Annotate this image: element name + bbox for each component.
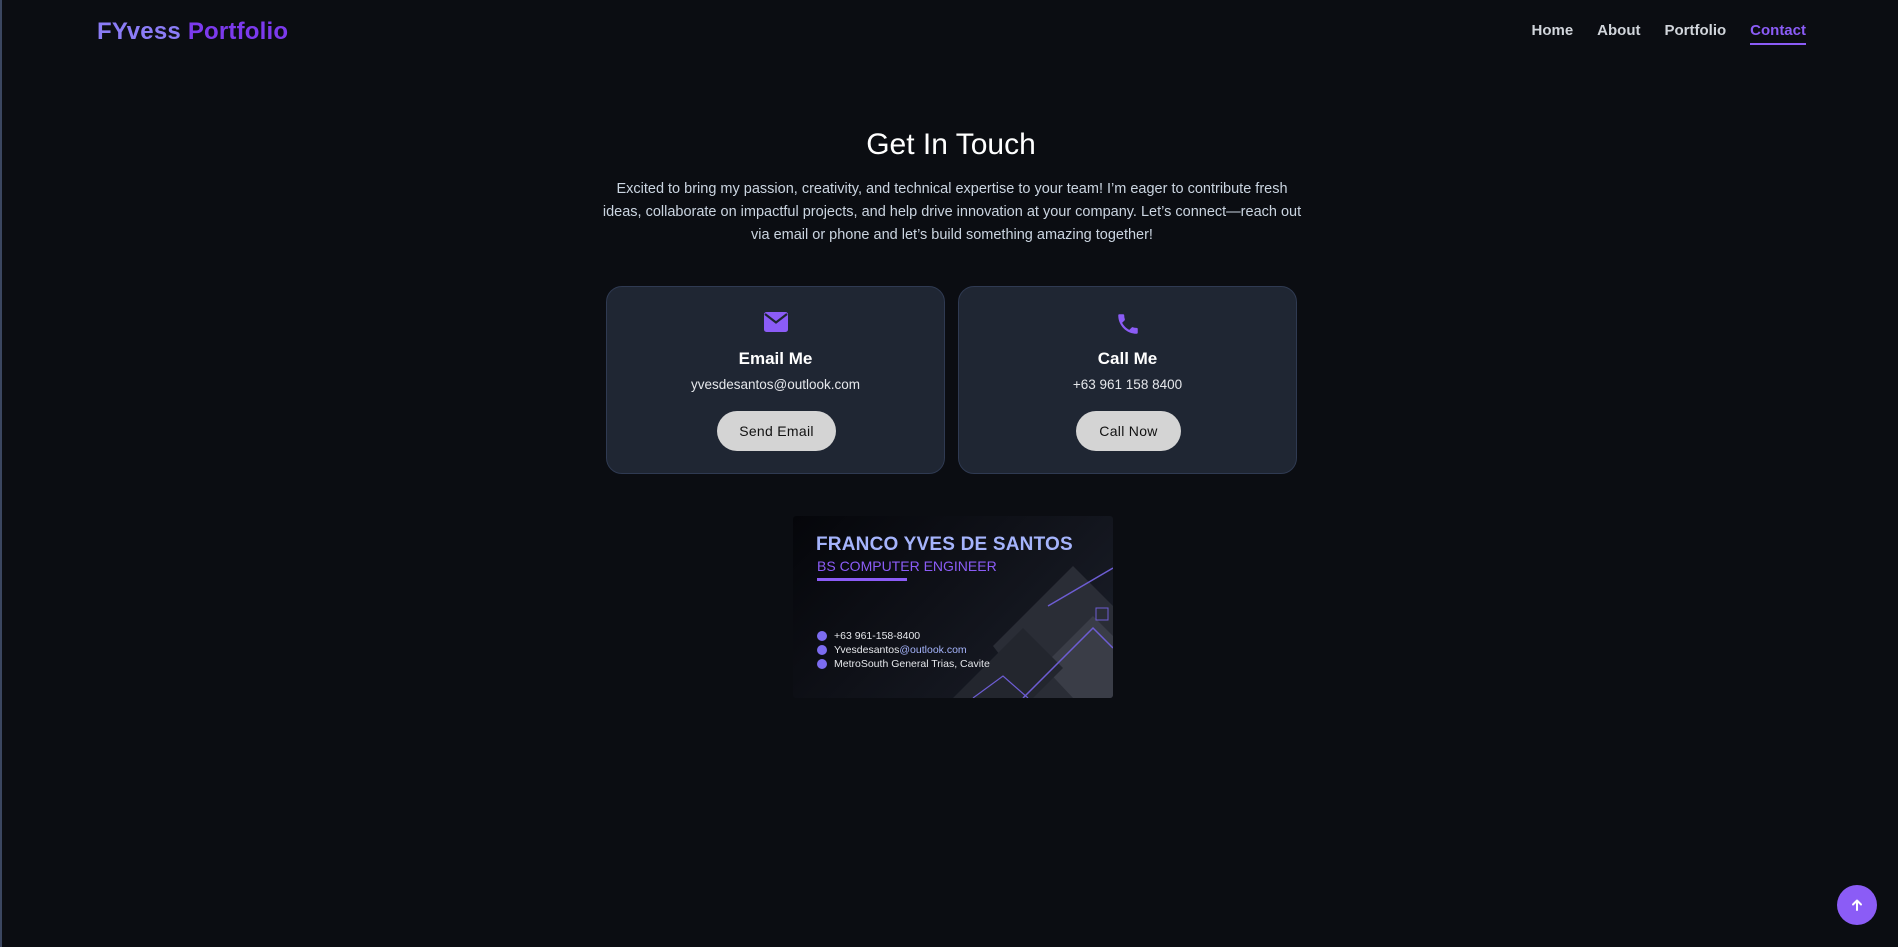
nav-link-home[interactable]: Home (1531, 22, 1573, 45)
business-card-email-prefix: Yvesdesantos (834, 644, 900, 656)
business-card-name: FRANCO YVES DE SANTOS (816, 534, 1073, 555)
nav-link-contact[interactable]: Contact (1750, 22, 1806, 45)
phone-icon (959, 311, 1296, 339)
contact-heading: Get In Touch (866, 128, 1036, 161)
envelope-icon (607, 311, 944, 339)
contact-intro: Excited to bring my passion, creativity,… (602, 181, 1302, 243)
nav-link-portfolio[interactable]: Portfolio (1665, 22, 1727, 45)
brand-name: FYvess (97, 18, 181, 45)
business-card-phone: +63 961-158-8400 (834, 630, 921, 642)
nav-link-about[interactable]: About (1597, 22, 1640, 45)
phone-number: +63 961 158 8400 (1072, 377, 1183, 392)
business-card-address: MetroSouth General Trias, Cavite (834, 658, 990, 670)
business-card-role: BS COMPUTER ENGINEER (817, 558, 997, 574)
email-card: Email Me yvesdesantos@outlook.com Send E… (606, 286, 945, 474)
location-icon (817, 659, 827, 669)
phone-card-title: Call Me (1097, 349, 1158, 368)
business-card-email-domain: @outlook.com (899, 644, 967, 656)
send-email-button[interactable]: Send Email (717, 411, 836, 451)
business-card-email: Yvesdesantos@outlook.com (834, 644, 967, 656)
scroll-to-top-button[interactable] (1837, 885, 1877, 925)
business-card-email-row: Yvesdesantos@outlook.com (817, 644, 967, 656)
arrow-up-icon (1852, 899, 1862, 911)
phone-icon (817, 631, 827, 641)
email-address: yvesdesantos@outlook.com (690, 377, 861, 392)
brand-suffix: Portfolio (187, 18, 289, 45)
call-now-button[interactable]: Call Now (1076, 411, 1181, 451)
business-card-underline (817, 578, 907, 581)
email-card-title: Email Me (738, 349, 813, 368)
nav-links: Home About Portfolio Contact (1531, 22, 1806, 45)
business-card-image: FRANCO YVES DE SANTOS BS COMPUTER ENGINE… (793, 516, 1113, 698)
business-card-phone-row: +63 961-158-8400 (817, 630, 920, 642)
brand-logo[interactable]: FYvess Portfolio (97, 18, 288, 46)
envelope-icon (817, 645, 827, 655)
business-card-address-row: MetroSouth General Trias, Cavite (817, 658, 990, 670)
navbar: FYvess Portfolio Home About Portfolio Co… (2, 0, 1898, 64)
phone-card: Call Me +63 961 158 8400 Call Now (958, 286, 1297, 474)
